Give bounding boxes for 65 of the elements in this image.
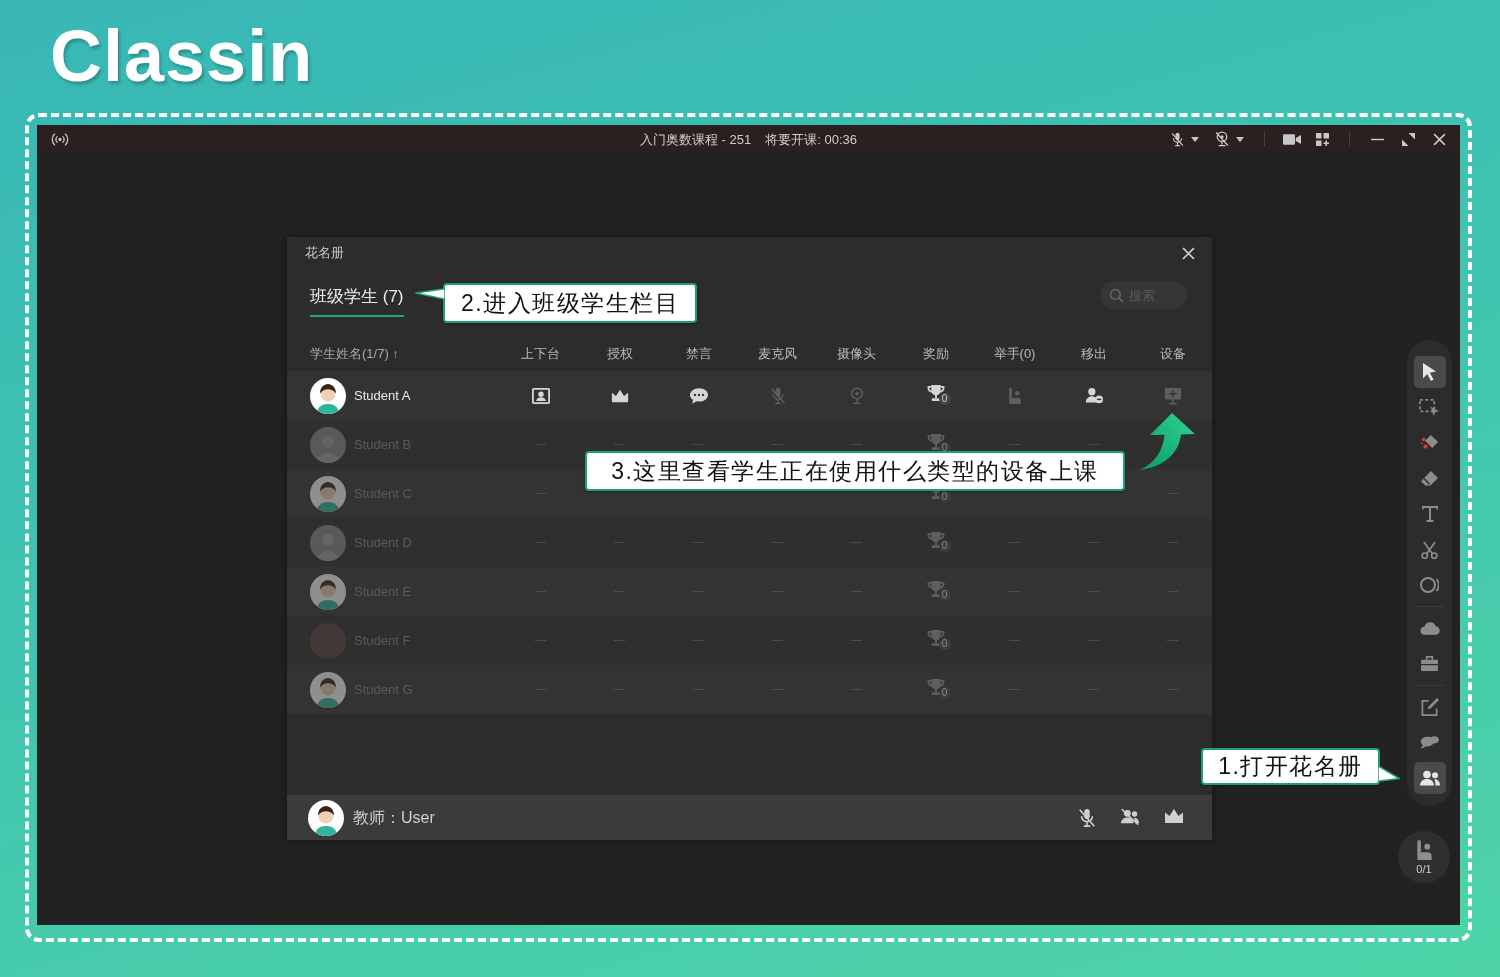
seated-person-icon [1415,838,1433,861]
column-header: 奖励 [922,345,949,364]
column-header: 麦克风 [758,345,797,364]
close-icon[interactable] [1182,246,1195,260]
column-header: 设备 [1159,345,1186,364]
column-header: 举手(0) [993,345,1036,364]
callout-pointer [1378,765,1400,782]
logo-text: Classin [50,20,314,92]
tool-button[interactable] [1413,356,1446,388]
video-camera-icon[interactable] [1283,133,1301,145]
mic-off-icon[interactable] [1078,807,1096,828]
marquee-select-icon [1419,398,1440,417]
mic-off-icon[interactable] [1171,131,1184,147]
avatar-icon [310,377,346,414]
portrait-frame-icon[interactable] [531,386,550,405]
avatar-icon [308,799,344,836]
broadcast-icon [51,132,69,146]
person-minus-icon[interactable] [1084,386,1103,405]
close-icon[interactable] [1433,132,1446,146]
minimize-icon[interactable] [1371,137,1384,141]
toolbox-icon [1420,655,1439,672]
chat-bubble-icon[interactable] [689,386,708,405]
tutorial-callout: 1.打开花名册 [1201,748,1380,785]
tutorial-callout: 3.这里查看学生正在使用什么类型的设备上课 [585,451,1125,491]
search-icon [1109,287,1124,303]
column-header: 授权 [606,345,633,364]
avatar-icon [310,671,346,708]
avatar-icon [310,426,346,463]
column-header: 禁言 [685,345,712,364]
dialog-title: 花名册 [305,244,344,263]
course-title: 入门奥数课程 - 251 [640,132,752,146]
hand-raise-button[interactable]: 0/1 [1398,830,1450,883]
column-header: 移出 [1080,345,1107,364]
grid-icon[interactable] [1316,132,1329,146]
callout-pointer [415,288,445,300]
text-tool-icon [1421,506,1438,522]
tutorial-callout: 2.进入班级学生栏目 [443,283,697,323]
caret-icon[interactable] [1236,136,1244,142]
trophy-icon[interactable] [926,383,945,402]
people-icon [1419,769,1440,786]
tool-button[interactable] [1413,761,1446,794]
camera-off-icon[interactable] [1215,131,1229,147]
avatar-icon [310,475,346,512]
chat-bubbles-icon [1419,734,1440,750]
edit-icon [1420,697,1439,716]
avatar-icon [310,524,346,561]
resize-icon[interactable] [1402,132,1415,146]
eraser-icon [1420,470,1439,487]
column-header: 上下台 [521,345,560,364]
countdown-text: 将要开课: 00:36 [765,132,857,146]
scissors-icon [1421,540,1438,559]
laser-pen-icon [1420,434,1439,452]
avatar-icon [310,573,346,610]
people-off-icon[interactable] [1120,807,1140,826]
cloud-icon [1419,621,1440,635]
shape-tool-icon [1420,576,1439,594]
curved-arrow [1140,413,1195,470]
pointer-icon [1422,362,1437,382]
tab[interactable]: 班级学生 (7) [310,285,404,317]
column-header: 摄像头 [837,345,876,364]
column-header[interactable]: 学生姓名(1/7) ↑ [310,344,501,364]
crown-icon[interactable] [1164,807,1184,824]
caret-icon[interactable] [1191,136,1199,142]
student-name: Student A [354,386,411,405]
teacher-name: 教师：User [353,807,435,828]
